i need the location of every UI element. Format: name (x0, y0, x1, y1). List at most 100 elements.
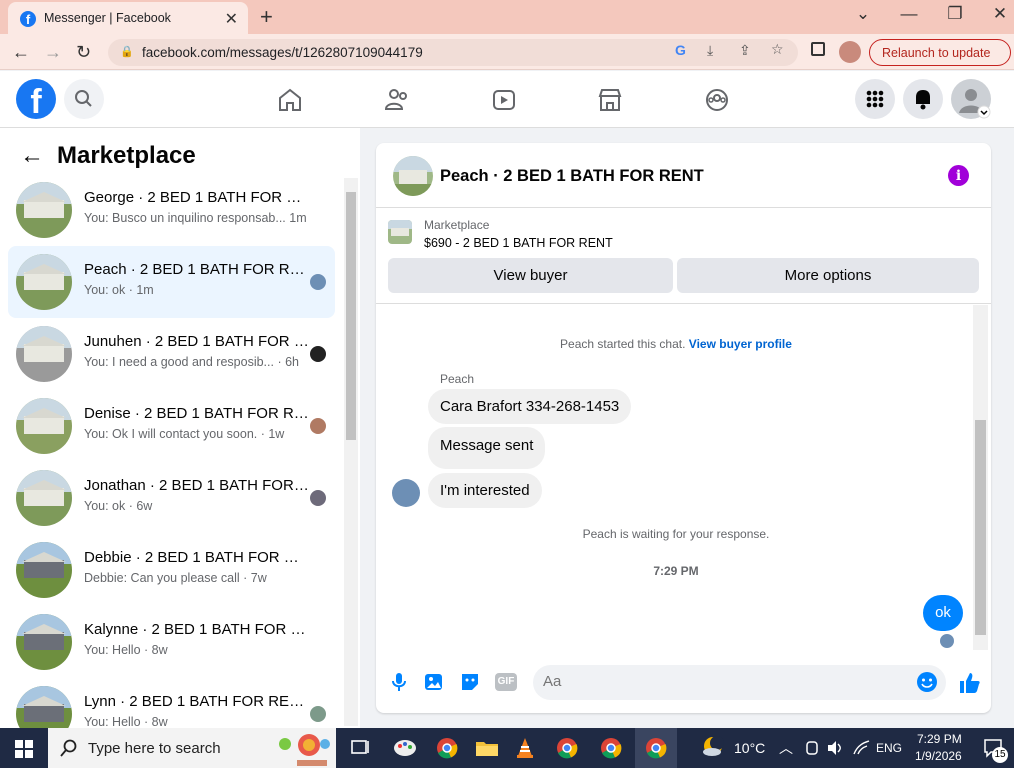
marketplace-icon[interactable] (595, 85, 625, 115)
wifi-icon[interactable] (852, 740, 870, 756)
like-thumbs-up-icon[interactable] (958, 671, 982, 695)
volume-icon[interactable] (826, 739, 844, 757)
weather-moon-icon[interactable] (700, 734, 726, 760)
address-bar[interactable]: 🔒 facebook.com/messages/t/12628071090441… (108, 39, 798, 66)
incoming-message[interactable]: Message sent (428, 427, 546, 469)
language-indicator[interactable]: ENG (876, 741, 902, 755)
user-avatar-icon (959, 89, 991, 119)
listing-title[interactable]: $690 - 2 BED 1 BATH FOR RENT (424, 236, 613, 250)
task-view-icon[interactable] (348, 736, 374, 760)
new-tab-button[interactable]: + (260, 4, 273, 30)
chrome-profile-icon[interactable] (554, 736, 580, 760)
friends-icon[interactable] (382, 85, 412, 115)
chat-panel: Peach · 2 BED 1 BATH FOR RENT i Marketpl… (376, 143, 991, 713)
sender-avatar[interactable] (392, 479, 420, 507)
listing-thumbnail[interactable] (388, 220, 412, 244)
vlc-icon[interactable] (512, 736, 538, 760)
conversation-item[interactable]: Debbie · 2 BED 1 BATH FOR RENT Debbie: Ca… (8, 534, 335, 606)
groups-icon[interactable] (702, 85, 732, 115)
house-photo-icon (16, 326, 72, 382)
conversation-name: Debbie · 2 BED 1 BATH FOR RENT (84, 549, 309, 566)
tab-search-button[interactable]: ⌄ (843, 4, 883, 24)
conversation-name: Lynn · 2 BED 1 BATH FOR RENT (84, 693, 309, 710)
bookmark-star-icon[interactable]: ☆ (771, 41, 784, 58)
reload-icon[interactable]: ↻ (76, 42, 91, 63)
profile-avatar-icon[interactable] (839, 41, 861, 63)
notifications-button[interactable] (903, 79, 943, 119)
chat-scrollbar-thumb[interactable] (975, 420, 986, 635)
outgoing-message[interactable]: ok (923, 595, 963, 631)
info-icon[interactable]: i (948, 165, 969, 186)
clock-time[interactable]: 7:29 PM (917, 732, 962, 746)
windows-start-icon[interactable] (15, 740, 33, 758)
chrome-icon[interactable] (434, 736, 460, 760)
view-buyer-button[interactable]: View buyer (388, 258, 673, 293)
paint-app-icon[interactable] (392, 736, 418, 760)
conversation-name: Peach · 2 BED 1 BATH FOR RENT (84, 261, 309, 278)
install-icon[interactable]: ⤓ (707, 42, 713, 59)
back-arrow-icon[interactable]: ← (20, 142, 44, 170)
read-receipt-avatar (310, 274, 326, 290)
search-button[interactable] (64, 79, 104, 119)
clock-date[interactable]: 1/9/2026 (915, 749, 962, 763)
message-composer[interactable] (533, 665, 946, 700)
more-options-button[interactable]: More options (677, 258, 979, 293)
emoji-icon[interactable] (916, 671, 938, 693)
browser-tab[interactable]: f Messenger | Facebook ✕ (8, 2, 248, 34)
listing-photo-avatar (16, 398, 72, 454)
notification-count-badge: 15 (992, 747, 1008, 763)
taskbar-search[interactable]: Type here to search (48, 728, 336, 768)
conversation-preview: You: Busco un inquilino responsab... 1m (84, 211, 307, 225)
restore-button[interactable]: ❐ (935, 4, 975, 24)
watch-icon[interactable] (489, 85, 519, 115)
account-avatar[interactable] (951, 79, 991, 119)
view-buyer-profile-link[interactable]: View buyer profile (689, 337, 792, 351)
incoming-message[interactable]: Cara Brafort 334-268-1453 (428, 389, 632, 424)
conversation-scrollbar-thumb[interactable] (346, 192, 356, 440)
home-icon[interactable] (275, 85, 305, 115)
message-input[interactable] (543, 673, 903, 690)
chrome-profile-icon[interactable] (598, 736, 624, 760)
listing-photo-avatar (16, 326, 72, 382)
relaunch-button[interactable]: Relaunch to update (869, 39, 1011, 66)
listing-photo-avatar (16, 542, 72, 598)
sticker-icon[interactable] (459, 671, 481, 693)
conversation-item[interactable]: Denise · 2 BED 1 BATH FOR RENT You: Ok I … (8, 390, 335, 462)
menu-button[interactable] (855, 79, 895, 119)
incoming-message[interactable]: I'm interested (428, 473, 542, 508)
conversation-name: Kalynne · 2 BED 1 BATH FOR RENT (84, 621, 309, 638)
close-window-button[interactable]: ✕ (980, 4, 1014, 24)
conversation-name: George · 2 BED 1 BATH FOR RENT (84, 189, 309, 206)
gif-icon[interactable]: GIF (495, 673, 517, 691)
chevron-up-icon[interactable]: ︿ (779, 738, 793, 758)
listing-photo-avatar (16, 254, 72, 310)
divider (376, 303, 991, 304)
listing-photo-avatar (16, 470, 72, 526)
photo-icon[interactable] (423, 671, 445, 693)
side-panel-icon[interactable] (811, 42, 825, 56)
microphone-icon[interactable] (388, 671, 410, 693)
chat-header-avatar[interactable] (393, 156, 433, 196)
message-timestamp: 7:29 PM (653, 564, 699, 578)
tab-close-button[interactable]: ✕ (225, 9, 238, 29)
back-arrow-icon[interactable]: ← (12, 42, 30, 63)
facebook-logo-icon[interactable]: f (16, 79, 56, 121)
file-explorer-icon[interactable] (474, 736, 500, 760)
listing-photo-avatar (16, 182, 72, 238)
marketplace-label: Marketplace (424, 218, 490, 232)
chat-title[interactable]: Peach · 2 BED 1 BATH FOR RENT (440, 167, 704, 186)
share-icon[interactable]: ⇪ (739, 42, 751, 59)
url-text[interactable]: facebook.com/messages/t/1262807109044179 (142, 45, 423, 60)
forward-arrow-icon[interactable]: → (44, 42, 62, 63)
minimize-button[interactable]: — (889, 4, 929, 24)
conversation-item[interactable]: Jonathan · 2 BED 1 BATH FOR RENT You: ok … (8, 462, 335, 534)
active-taskbar-item[interactable] (635, 728, 677, 768)
conversation-item[interactable]: Peach · 2 BED 1 BATH FOR RENT You: ok · 1… (8, 246, 335, 318)
weather-temperature[interactable]: 10°C (734, 740, 765, 756)
meet-now-icon[interactable] (804, 740, 820, 756)
conversation-panel: ← Marketplace George · 2 BED 1 BATH FOR … (0, 128, 360, 742)
conversation-item[interactable]: Junuhen · 2 BED 1 BATH FOR RENT You: I ne… (8, 318, 335, 390)
conversation-item[interactable]: George · 2 BED 1 BATH FOR RENT You: Busco… (8, 174, 335, 246)
google-icon[interactable]: G (675, 42, 686, 58)
conversation-item[interactable]: Kalynne · 2 BED 1 BATH FOR RENT You: Hell… (8, 606, 335, 678)
